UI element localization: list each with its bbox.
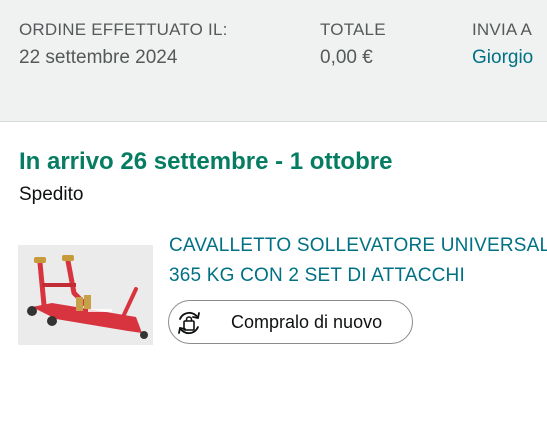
product-title-line-1[interactable]: CAVALLETTO SOLLEVATORE UNIVERSALE <box>169 231 547 261</box>
product-title-link[interactable]: CAVALLETTO SOLLEVATORE UNIVERSALE 365 KG… <box>169 231 547 291</box>
buy-again-button[interactable]: Compralo di nuovo <box>168 300 413 344</box>
product-image[interactable] <box>18 245 153 345</box>
motorcycle-stand-image <box>18 245 153 345</box>
order-total-column: TOTALE 0,00 € <box>320 20 386 70</box>
buy-again-icon <box>178 311 200 335</box>
product-title-line-2[interactable]: 365 KG CON 2 SET DI ATTACCHI <box>169 261 547 291</box>
ship-to-column: INVIA A Giorgio <box>472 20 533 70</box>
order-header: ORDINE EFFETTUATO IL: 22 settembre 2024 … <box>0 0 547 122</box>
order-total-value: 0,00 € <box>320 47 373 68</box>
order-date-column: ORDINE EFFETTUATO IL: 22 settembre 2024 <box>19 20 228 70</box>
order-total-label: TOTALE <box>320 20 386 39</box>
ship-to-label: INVIA A <box>472 20 532 39</box>
order-date-value: 22 settembre 2024 <box>19 47 178 68</box>
shipment-status: Spedito <box>19 184 84 205</box>
delivery-estimate-title: In arrivo 26 settembre - 1 ottobre <box>19 148 393 175</box>
ship-to-recipient-link[interactable]: Giorgio <box>472 46 533 70</box>
buy-again-label: Compralo di nuovo <box>231 312 383 332</box>
order-date-label: ORDINE EFFETTUATO IL: <box>19 20 228 39</box>
